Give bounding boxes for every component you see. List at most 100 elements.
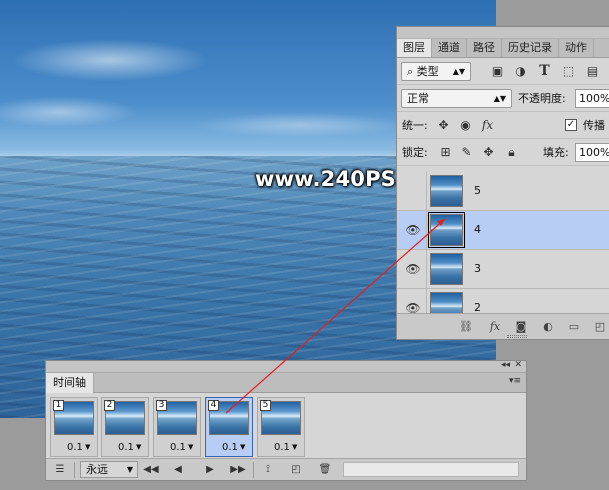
- lock-all-icon[interactable]: 🔒︎: [503, 144, 520, 161]
- layer-name: 4: [474, 223, 481, 236]
- loop-value: 永远: [86, 463, 108, 476]
- folder-icon[interactable]: ▭: [566, 319, 582, 334]
- dropdown-arrow-icon[interactable]: ▼: [85, 443, 90, 451]
- shape-filter-icon[interactable]: ⬚: [560, 63, 577, 80]
- image-filter-icon[interactable]: ▣: [489, 63, 506, 80]
- search-icon: ⌕: [407, 65, 414, 78]
- frame-delay[interactable]: 0.1: [170, 442, 186, 453]
- convert-to-video-timeline-icon[interactable]: ☰: [52, 462, 68, 478]
- blend-mode-select[interactable]: 正常 ▲▼: [401, 89, 512, 108]
- animation-frame[interactable]: 1 0.1 ▼: [50, 397, 98, 457]
- frame-number: 5: [260, 400, 271, 411]
- unify-style-icon[interactable]: fx: [479, 117, 496, 134]
- tab-history[interactable]: 历史记录: [502, 39, 559, 57]
- layer-thumbnail: [430, 253, 463, 285]
- layer-row[interactable]: 5: [397, 172, 609, 211]
- tab-paths[interactable]: 路径: [467, 39, 502, 57]
- visibility-toggle[interactable]: [397, 172, 427, 210]
- updown-icon: ▲▼: [493, 94, 506, 103]
- layers-footer: ⛓ fx ◙ ◐ ▭ ◰: [397, 313, 609, 339]
- fx-icon[interactable]: fx: [487, 319, 503, 334]
- frame-number: 3: [156, 400, 167, 411]
- unify-row: 统一: ✥ ◉ fx ✓ 传播帧: [397, 112, 609, 159]
- trash-icon[interactable]: 🗑︎: [317, 462, 333, 478]
- layer-row[interactable]: 👁︎ 3: [397, 250, 609, 289]
- unify-label: 统一:: [402, 119, 428, 132]
- propagate-frame-checkbox[interactable]: ✓: [565, 119, 577, 131]
- layer-row-selected[interactable]: 👁︎ 4: [397, 211, 609, 250]
- layer-filter-select[interactable]: ⌕ 类型 ▲▼: [401, 62, 471, 81]
- lock-row: 锁定: ⊞ ✎ ✥ 🔒︎ 填充: 100%: [397, 139, 609, 166]
- frame-number: 4: [208, 400, 219, 411]
- layer-thumbnail: [428, 212, 465, 248]
- dropdown-arrow-icon[interactable]: ▼: [292, 443, 297, 451]
- dropdown-arrow-icon[interactable]: ▼: [136, 443, 141, 451]
- duplicate-frame-icon[interactable]: ◰: [288, 462, 304, 478]
- adjustment-filter-icon[interactable]: ◑: [512, 63, 529, 80]
- unify-position-icon[interactable]: ✥: [435, 117, 452, 134]
- tab-actions[interactable]: 动作: [559, 39, 594, 57]
- dropdown-arrow-icon[interactable]: ▼: [240, 443, 245, 451]
- next-frame-icon[interactable]: ▶▶: [229, 462, 247, 478]
- frame-number: 2: [104, 400, 115, 411]
- blend-mode-value: 正常: [407, 92, 429, 105]
- smart-object-filter-icon[interactable]: ▤: [584, 63, 601, 80]
- layer-list: 5 👁︎ 4 👁︎ 3 👁︎ 2: [397, 172, 609, 328]
- timeline-controls: ☰ 永远 ▼ ◀◀ ◀ ▶ ▶▶ ⟟ ◰ 🗑︎: [46, 458, 526, 480]
- eye-icon: 👁︎: [405, 262, 421, 276]
- frame-delay[interactable]: 0.1: [67, 442, 83, 453]
- layer-name: 3: [474, 262, 481, 275]
- frame-number: 1: [53, 400, 64, 411]
- layer-filter-row: ⌕ 类型 ▲▼ ▣ ◑ T ⬚ ▤: [397, 58, 609, 85]
- animation-frame-selected[interactable]: 4 0.1 ▼: [205, 397, 253, 457]
- text-filter-icon[interactable]: T: [536, 63, 553, 80]
- resize-grip[interactable]: [507, 335, 527, 338]
- first-frame-icon[interactable]: ◀◀: [142, 462, 160, 478]
- visibility-toggle[interactable]: 👁︎: [397, 211, 427, 249]
- lock-paint-icon[interactable]: ✎: [458, 144, 475, 161]
- mask-icon[interactable]: ◙: [513, 319, 529, 334]
- animation-frame[interactable]: 3 0.1 ▼: [153, 397, 201, 457]
- updown-icon: ▲▼: [452, 67, 465, 76]
- visibility-toggle[interactable]: 👁︎: [397, 250, 427, 288]
- dropdown-arrow-icon: ▼: [126, 465, 133, 474]
- dropdown-arrow-icon[interactable]: ▼: [188, 443, 193, 451]
- link-icon[interactable]: ⛓: [458, 319, 474, 334]
- filter-kind-label: 类型: [416, 65, 439, 78]
- prev-frame-icon[interactable]: ◀: [170, 462, 186, 478]
- frame-delay[interactable]: 0.1: [274, 442, 290, 453]
- tab-timeline[interactable]: 时间轴: [46, 373, 94, 393]
- panel-header-bar: [397, 27, 609, 39]
- frame-delay[interactable]: 0.1: [222, 442, 238, 453]
- frame-delay[interactable]: 0.1: [118, 442, 134, 453]
- close-icon[interactable]: ✕: [514, 360, 522, 370]
- timeline-panel: ◂◂ ✕ 时间轴 ▾≡ 1 0.1 ▼ 2 0.1 ▼ 3 0.1 ▼ 4 0.…: [45, 360, 527, 481]
- new-layer-icon[interactable]: ◰: [592, 319, 608, 334]
- animation-frame[interactable]: 2 0.1 ▼: [101, 397, 149, 457]
- unify-visibility-icon[interactable]: ◉: [457, 117, 474, 134]
- layers-panel: 图层 通道 路径 历史记录 动作 ⌕ 类型 ▲▼ ▣ ◑ T ⬚ ▤ 正常 ▲▼…: [396, 26, 609, 340]
- tween-icon[interactable]: ⟟: [260, 462, 276, 478]
- panel-menu-icon[interactable]: ▾≡: [509, 376, 521, 386]
- tab-layers[interactable]: 图层: [397, 39, 432, 57]
- blend-row: 正常 ▲▼ 不透明度: 100%: [397, 85, 609, 112]
- fill-input[interactable]: 100%: [575, 143, 609, 162]
- layers-panel-tabs: 图层 通道 路径 历史记录 动作: [397, 39, 609, 58]
- loop-select[interactable]: 永远 ▼: [80, 461, 138, 478]
- timeline-tabbar: 时间轴 ▾≡: [46, 373, 526, 393]
- play-icon[interactable]: ▶: [202, 462, 218, 478]
- lock-move-icon[interactable]: ✥: [480, 144, 497, 161]
- fill-label: 填充:: [543, 146, 569, 159]
- divider: [74, 462, 75, 478]
- panel-header-bar: ◂◂ ✕: [46, 360, 526, 373]
- timeline-scroll-area[interactable]: [343, 462, 519, 477]
- lock-transparent-icon[interactable]: ⊞: [437, 144, 454, 161]
- collapse-icon[interactable]: ◂◂: [501, 360, 510, 370]
- adjustment-icon[interactable]: ◐: [540, 319, 556, 334]
- layer-name: 5: [474, 184, 481, 197]
- lock-label: 锁定:: [402, 146, 428, 159]
- tab-channels[interactable]: 通道: [432, 39, 467, 57]
- opacity-input[interactable]: 100%: [575, 89, 609, 108]
- animation-frame[interactable]: 5 0.1 ▼: [257, 397, 305, 457]
- layer-thumbnail: [430, 175, 463, 207]
